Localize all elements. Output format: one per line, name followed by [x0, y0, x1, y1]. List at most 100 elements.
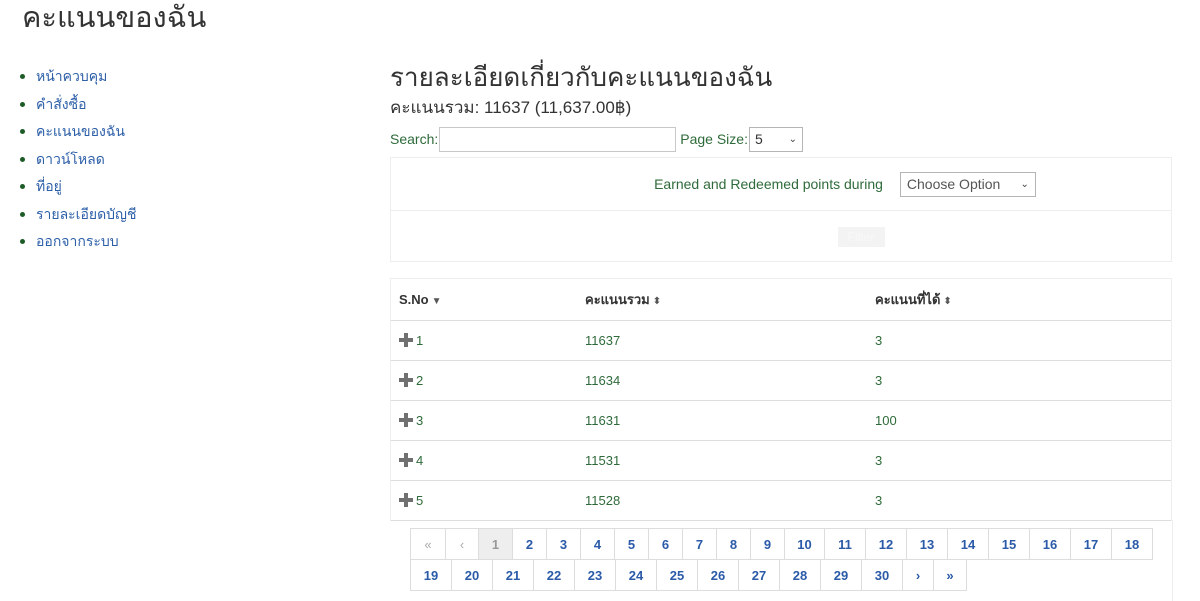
- pagination-first: «: [410, 528, 446, 560]
- pagination-page-13[interactable]: 13: [906, 528, 948, 560]
- sidebar-item-dashboard[interactable]: หน้าควบคุม: [20, 64, 318, 92]
- pagination-page-8[interactable]: 8: [716, 528, 751, 560]
- cell-sno: 2: [391, 360, 577, 401]
- sidebar-link-downloads[interactable]: ดาวน์โหลด: [36, 151, 105, 167]
- column-label: S.No: [399, 291, 429, 307]
- pagination-page-7[interactable]: 7: [682, 528, 717, 560]
- pagination-page-16[interactable]: 16: [1029, 528, 1071, 560]
- pagination-next[interactable]: ›: [902, 559, 934, 591]
- pagination-page-22[interactable]: 22: [533, 559, 575, 591]
- pagination-page-18[interactable]: 18: [1111, 528, 1153, 560]
- expand-plus-icon[interactable]: [399, 492, 413, 507]
- points-table: S.No ▼ คะแนนรวม ⬍ คะแนนที่ได้ ⬍ 1 11637 3 2…: [391, 279, 1171, 521]
- expand-plus-icon[interactable]: [399, 372, 413, 387]
- column-header-sno[interactable]: S.No ▼: [391, 279, 577, 321]
- page-size-select[interactable]: 5 ⌄: [748, 126, 803, 152]
- period-select[interactable]: Choose Option ⌄: [899, 171, 1036, 197]
- cell-sno: 5: [391, 480, 577, 521]
- pagination-page-30[interactable]: 30: [861, 559, 903, 591]
- column-header-total-points[interactable]: คะแนนรวม ⬍: [577, 279, 867, 321]
- points-main: รายละเอียดเกี่ยวกับคะแนนของฉัน คะแนนรวม:…: [390, 60, 1172, 152]
- pagination-page-21[interactable]: 21: [492, 559, 534, 591]
- pagination-page-25[interactable]: 25: [656, 559, 698, 591]
- period-select-value: Choose Option: [906, 176, 1001, 192]
- table-row: 3 11631 100: [391, 400, 1171, 441]
- pagination-page-29[interactable]: 29: [820, 559, 862, 591]
- table-controls: Search: Page Size: 5 ⌄: [390, 126, 1172, 152]
- sno-value: 4: [416, 452, 424, 468]
- table-row: 4 11531 3: [391, 440, 1171, 481]
- pagination-page-9[interactable]: 9: [750, 528, 785, 560]
- sno-value: 1: [416, 332, 424, 348]
- cell-sno: 1: [391, 320, 577, 361]
- pagination-page-26[interactable]: 26: [697, 559, 739, 591]
- sno-value: 3: [416, 412, 424, 428]
- pagination: «‹ 1 2 3 4 5 6 7 8 9 10 11 12 13 14 15 16 17 18 19 20 21 22 23 2…: [410, 528, 1162, 591]
- column-label: คะแนนที่ได้: [875, 291, 941, 307]
- table-border: [1172, 520, 1173, 601]
- pagination-page-15[interactable]: 15: [988, 528, 1030, 560]
- expand-plus-icon[interactable]: [399, 452, 413, 467]
- cell-earned: 3: [867, 440, 1171, 481]
- pagination-page-3[interactable]: 3: [546, 528, 581, 560]
- pagination-page-5[interactable]: 5: [614, 528, 649, 560]
- points-table-wrapper: S.No ▼ คะแนนรวม ⬍ คะแนนที่ได้ ⬍ 1 11637 3 2…: [390, 278, 1172, 521]
- page-size-value: 5: [754, 131, 763, 147]
- table-header-row: S.No ▼ คะแนนรวม ⬍ คะแนนที่ได้ ⬍: [391, 279, 1171, 321]
- sidebar-link-account-details[interactable]: รายละเอียดบัญชี: [36, 206, 137, 222]
- sidebar-link-orders[interactable]: คำสั่งซื้อ: [36, 96, 87, 112]
- page-title: คะแนนของฉัน: [22, 2, 207, 34]
- sidebar-item-orders[interactable]: คำสั่งซื้อ: [20, 92, 318, 120]
- sidebar-item-logout[interactable]: ออกจากระบบ: [20, 229, 318, 257]
- cell-earned: 3: [867, 480, 1171, 521]
- chevron-down-icon: ⌄: [1020, 178, 1029, 190]
- pagination-page-2[interactable]: 2: [512, 528, 547, 560]
- sidebar-item-addresses[interactable]: ที่อยู่: [20, 174, 318, 202]
- pagination-page-20[interactable]: 20: [451, 559, 493, 591]
- search-input[interactable]: [439, 126, 677, 152]
- expand-plus-icon[interactable]: [399, 412, 413, 427]
- points-heading: รายละเอียดเกี่ยวกับคะแนนของฉัน: [390, 62, 773, 92]
- filter-row: Earned and Redeemed points during Choose…: [391, 158, 1171, 211]
- cell-total: 11528: [577, 480, 867, 521]
- cell-total: 11634: [577, 360, 867, 401]
- sidebar-item-account-details[interactable]: รายละเอียดบัญชี: [20, 202, 318, 230]
- table-row: 1 11637 3: [391, 320, 1171, 361]
- cell-earned: 3: [867, 320, 1171, 361]
- column-label: คะแนนรวม: [585, 291, 650, 307]
- pagination-page-12[interactable]: 12: [865, 528, 907, 560]
- sno-value: 5: [416, 492, 424, 508]
- pagination-page-28[interactable]: 28: [779, 559, 821, 591]
- pagination-page-6[interactable]: 6: [648, 528, 683, 560]
- sidebar-item-downloads[interactable]: ดาวน์โหลด: [20, 147, 318, 175]
- pagination-page-11[interactable]: 11: [824, 528, 866, 560]
- cell-total: 11631: [577, 400, 867, 441]
- pagination-page-19[interactable]: 19: [410, 559, 452, 591]
- cell-total: 11637: [577, 320, 867, 361]
- pagination-page-10[interactable]: 10: [784, 528, 825, 560]
- cell-sno: 4: [391, 440, 577, 481]
- pagination-page-17[interactable]: 17: [1070, 528, 1112, 560]
- search-label: Search:: [390, 131, 439, 147]
- chevron-down-icon: ⌄: [788, 133, 797, 145]
- column-header-earned-points[interactable]: คะแนนที่ได้ ⬍: [867, 279, 1171, 321]
- sidebar-link-my-points[interactable]: คะแนนของฉัน: [36, 123, 125, 139]
- pagination-page-23[interactable]: 23: [574, 559, 616, 591]
- expand-plus-icon[interactable]: [399, 332, 413, 347]
- sort-icon: ⬍: [652, 295, 662, 307]
- sidebar-link-addresses[interactable]: ที่อยู่: [36, 178, 62, 194]
- sno-value: 2: [416, 372, 424, 388]
- pagination-page-24[interactable]: 24: [615, 559, 657, 591]
- sidebar-link-logout[interactable]: ออกจากระบบ: [36, 233, 119, 249]
- filter-label: Earned and Redeemed points during: [654, 176, 883, 192]
- pagination-page-27[interactable]: 27: [738, 559, 780, 591]
- cell-earned: 3: [867, 360, 1171, 401]
- pagination-page-1: 1: [478, 528, 513, 560]
- pagination-page-14[interactable]: 14: [947, 528, 989, 560]
- pagination-last[interactable]: »: [933, 559, 967, 591]
- pagination-page-4[interactable]: 4: [580, 528, 615, 560]
- sidebar-link-dashboard[interactable]: หน้าควบคุม: [36, 68, 107, 84]
- sidebar-item-my-points[interactable]: คะแนนของฉัน: [20, 119, 318, 147]
- filter-button[interactable]: Filter: [837, 226, 885, 247]
- sort-icon: ⬍: [943, 295, 952, 307]
